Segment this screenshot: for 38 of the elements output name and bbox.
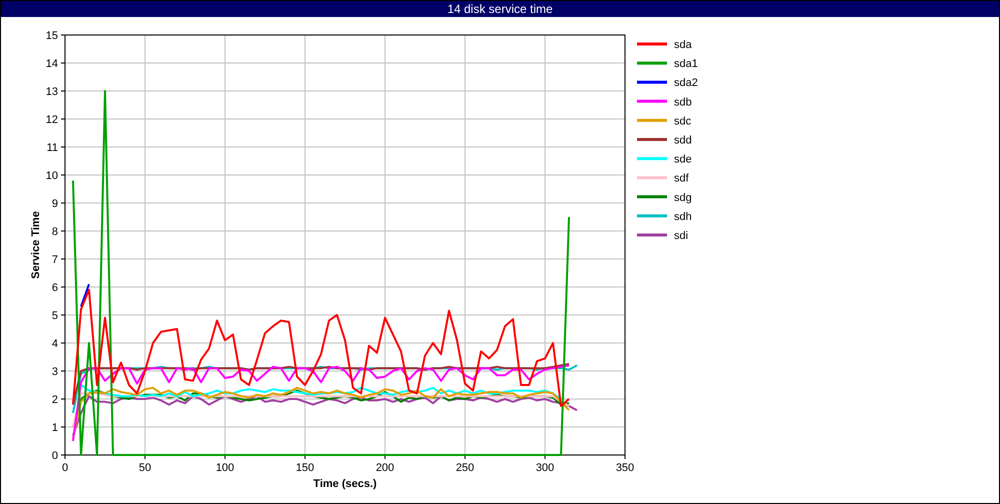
axis-tick-label: 0 xyxy=(52,450,58,462)
legend-label: sdb xyxy=(674,96,692,108)
axis-tick-label: 300 xyxy=(536,462,554,474)
axis-tick-label: 14 xyxy=(46,58,58,70)
legend-label: sdg xyxy=(674,192,692,204)
axis-tick-label: 15 xyxy=(46,30,58,42)
axis-title: Time (secs.) xyxy=(313,478,377,490)
axis-tick-label: 3 xyxy=(52,366,58,378)
axis-tick-label: 200 xyxy=(376,462,394,474)
axis-tick-label: 6 xyxy=(52,282,58,294)
axis-tick-label: 50 xyxy=(138,462,152,474)
axis-tick-label: 12 xyxy=(46,114,58,126)
legend-label: sda1 xyxy=(674,58,698,70)
axis-tick-label: 4 xyxy=(52,338,58,350)
axis-tick-label: 2 xyxy=(52,394,58,406)
axis-tick-label: 0 xyxy=(62,462,68,474)
axis-tick-label: 1 xyxy=(52,422,58,434)
legend-label: sda xyxy=(674,39,692,51)
axis-tick-label: 350 xyxy=(616,462,634,474)
legend-label: sde xyxy=(674,154,692,166)
axis-tick-label: 10 xyxy=(46,170,58,182)
axis-tick-label: 150 xyxy=(296,462,314,474)
legend-label: sdi xyxy=(674,230,688,242)
axis-tick-label: 9 xyxy=(52,198,58,210)
window-title: 14 disk service time xyxy=(1,1,999,17)
axis-tick-label: 250 xyxy=(456,462,474,474)
legend-label: sda2 xyxy=(674,77,698,90)
axis-title: Service Time xyxy=(30,211,42,279)
axis-tick-label: 7 xyxy=(52,254,58,266)
axis-tick-label: 8 xyxy=(52,226,58,238)
legend-label: sdf xyxy=(674,172,689,185)
legend-label: sdc xyxy=(674,115,692,128)
axis-tick-label: 11 xyxy=(46,142,58,154)
axis-tick-label: 5 xyxy=(52,310,58,322)
axis-tick-label: 13 xyxy=(46,86,58,98)
axis-tick-label: 100 xyxy=(216,462,234,474)
legend-label: sdd xyxy=(674,134,692,146)
legend-label: sdh xyxy=(674,210,692,223)
